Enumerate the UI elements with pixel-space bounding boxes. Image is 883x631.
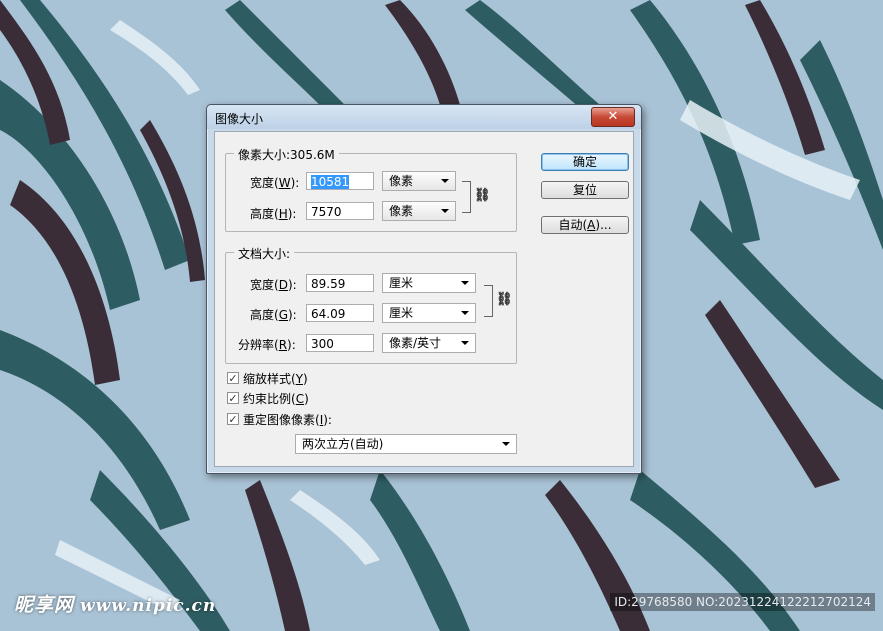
dialog-client-area: 像素大小:305.6M 宽度(W): 10581 像素 高度(H): 7570 …: [214, 131, 634, 467]
resolution-input[interactable]: 300: [306, 334, 374, 352]
chevron-down-icon: [502, 442, 510, 446]
pixel-width-input[interactable]: 10581: [306, 172, 374, 190]
chain-link-icon: ⛓: [474, 188, 491, 203]
scale-styles-label: 缩放样式(Y): [243, 372, 308, 386]
close-icon: ✕: [607, 109, 619, 124]
chevron-down-icon: [441, 209, 449, 213]
pixel-height-unit-select[interactable]: 像素: [382, 201, 456, 221]
pixel-height-label: 高度(H):: [250, 207, 297, 221]
pixel-height-input[interactable]: 7570: [306, 202, 374, 220]
pixel-width-unit-select[interactable]: 像素: [382, 171, 456, 191]
constrain-bracket: [462, 181, 471, 213]
doc-height-input[interactable]: 64.09: [306, 304, 374, 322]
dialog-titlebar[interactable]: 图像大小 ✕: [207, 105, 641, 129]
watermark-brand-name: 昵享网: [14, 594, 75, 616]
pixel-dimensions-title: 像素大小:305.6M: [234, 146, 339, 163]
image-size-dialog: 图像大小 ✕ 像素大小:305.6M 宽度(W): 10581 像素 高度(H)…: [206, 104, 642, 474]
doc-width-unit-select[interactable]: 厘米: [382, 273, 476, 293]
close-button[interactable]: ✕: [591, 107, 635, 127]
watermark-brand: 昵享网 www.nipic.cn: [14, 590, 216, 617]
chevron-down-icon: [461, 281, 469, 285]
auto-button[interactable]: 自动(A)...: [541, 216, 629, 234]
pixel-dimensions-group: 像素大小:305.6M 宽度(W): 10581 像素 高度(H): 7570 …: [225, 146, 517, 232]
constrain-proportions-checkbox[interactable]: ✓: [227, 392, 239, 404]
doc-width-label: 宽度(D):: [250, 278, 297, 292]
resample-label: 重定图像像素(I):: [243, 413, 332, 427]
ok-button[interactable]: 确定: [541, 153, 629, 171]
watermark-url: www.nipic.cn: [80, 596, 217, 616]
chevron-down-icon: [441, 179, 449, 183]
dialog-title: 图像大小: [215, 112, 264, 126]
constrain-bracket: [484, 285, 493, 317]
resolution-label: 分辨率(R):: [238, 338, 296, 352]
resolution-unit-select[interactable]: 像素/英寸: [382, 333, 476, 353]
pixel-width-label: 宽度(W):: [250, 176, 300, 190]
resample-checkbox[interactable]: ✓: [227, 413, 239, 425]
chevron-down-icon: [461, 341, 469, 345]
scale-styles-checkbox[interactable]: ✓: [227, 372, 239, 384]
doc-width-input[interactable]: 89.59: [306, 274, 374, 292]
document-size-group: 文档大小: 宽度(D): 89.59 厘米 高度(G): 64.09 厘米 分辨…: [225, 245, 517, 364]
doc-height-label: 高度(G):: [250, 308, 297, 322]
constrain-proportions-label: 约束比例(C): [243, 392, 309, 406]
chain-link-icon: ⛓: [496, 292, 513, 307]
doc-height-unit-select[interactable]: 厘米: [382, 303, 476, 323]
reset-button[interactable]: 复位: [541, 181, 629, 199]
watermark-id: ID:29768580 NO:20231224122212702124: [610, 593, 875, 611]
document-size-title: 文档大小:: [234, 245, 295, 262]
chevron-down-icon: [461, 311, 469, 315]
resample-method-select[interactable]: 两次立方(自动): [295, 434, 517, 454]
